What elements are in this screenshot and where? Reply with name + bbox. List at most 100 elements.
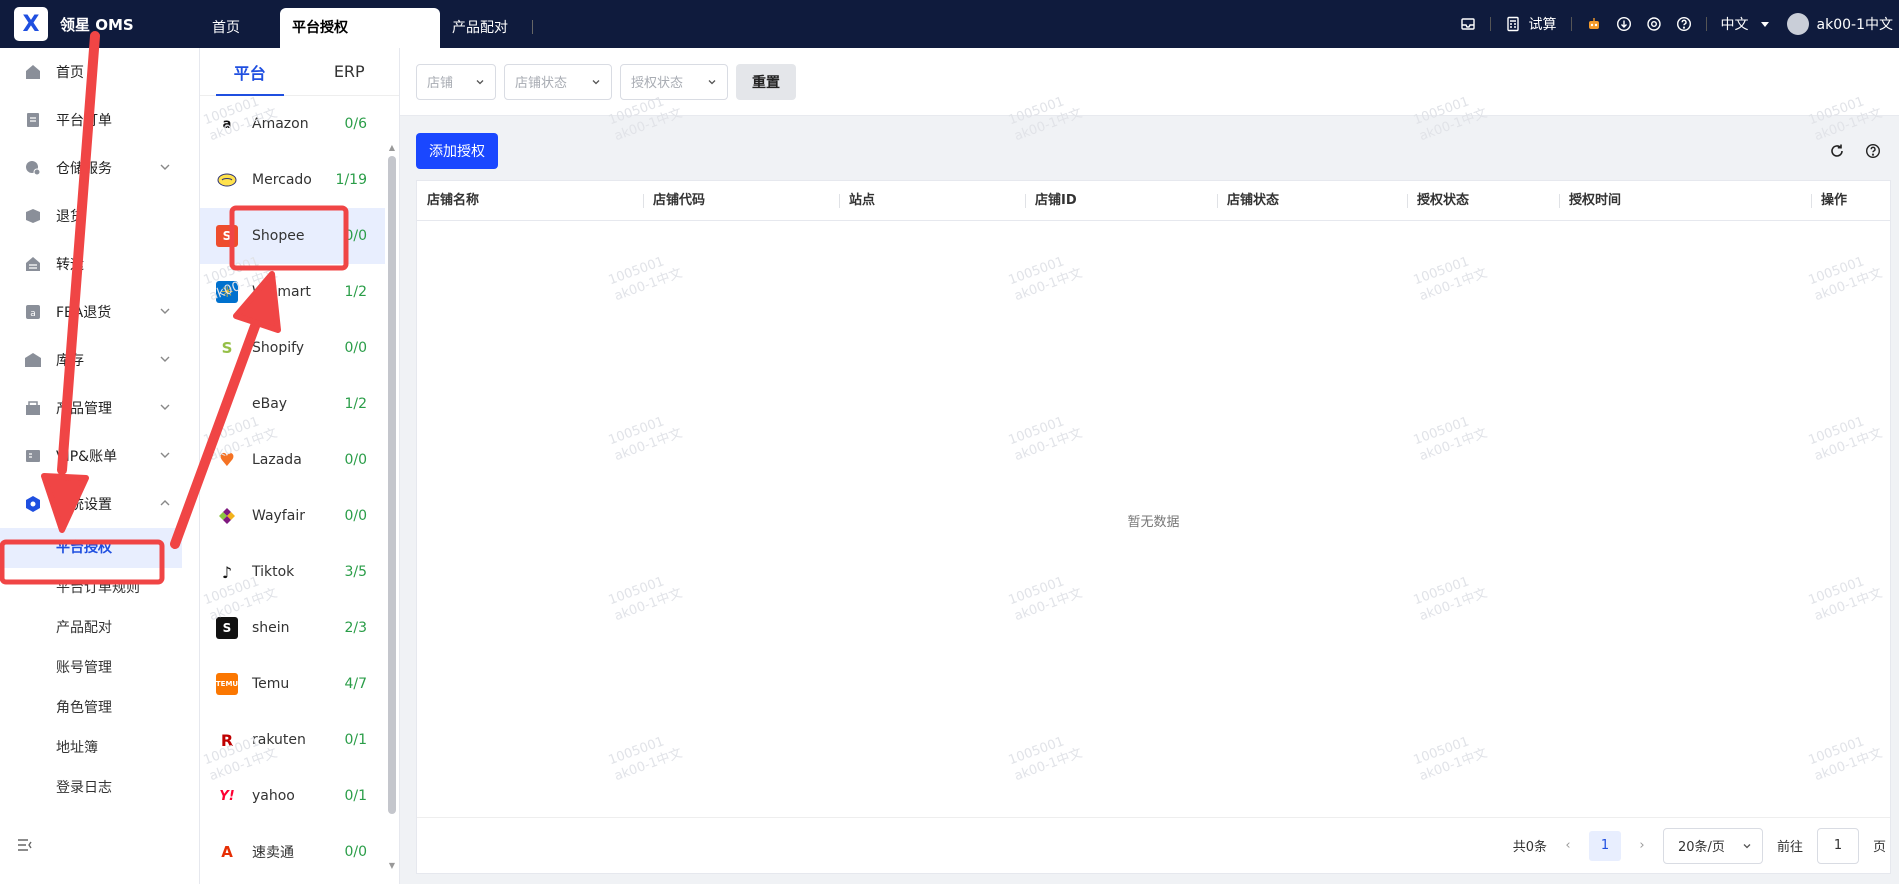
refresh-icon[interactable] (1829, 143, 1845, 159)
help-icon[interactable] (1676, 16, 1692, 32)
divider (1489, 17, 1491, 31)
tab-erp[interactable]: ERP (300, 48, 400, 95)
goto-page-input[interactable]: 1 (1816, 827, 1859, 864)
chevron-down-icon (160, 404, 170, 410)
store-status-placeholder: 店铺状态 (515, 76, 568, 91)
platform-list-scrollbar[interactable]: ▲ ▼ (387, 110, 397, 870)
sidebar-item-inventory[interactable]: 库存 (0, 336, 199, 384)
page-number[interactable]: 1 (1588, 830, 1621, 861)
tab-product-pairing[interactable]: 产品配对 (440, 8, 520, 48)
home-icon (26, 65, 40, 79)
platform-item-walmart[interactable]: ✳ Walmart 1/2 (200, 264, 385, 320)
platform-item-yahoo[interactable]: Y! yahoo 0/1 (200, 768, 385, 824)
scroll-down-icon[interactable]: ▼ (388, 862, 396, 870)
fba-icon: a (26, 305, 40, 319)
platform-item-aliexpress[interactable]: A 速卖通 0/0 (200, 824, 385, 876)
next-page-icon[interactable]: › (1635, 838, 1649, 853)
platform-item-tiktok[interactable]: ♪ Tiktok 3/5 (200, 544, 385, 600)
sidebar-subitem-accounts[interactable]: 账号管理 (0, 648, 199, 688)
lazada-icon: ♥ (218, 449, 236, 471)
sidebar-subitem-login-log[interactable]: 登录日志 (0, 768, 199, 808)
store-status-select[interactable]: 店铺状态 (504, 63, 612, 100)
tab-platform[interactable]: 平台 (200, 48, 300, 96)
sidebar-subitem-order-rules[interactable]: 平台订单规则 (0, 568, 199, 608)
user-menu[interactable]: ak00-1中文 (1786, 13, 1893, 35)
sidebar-item-system-settings[interactable]: 系统设置 (0, 480, 199, 528)
sidebar-item-warehouse[interactable]: 仓储服务 (0, 144, 199, 192)
pagination: 共0条 ‹ 1 › 20条/页 前往 1 页 (417, 817, 1890, 873)
column-header-store-name: 店铺名称 (427, 193, 480, 208)
column-header-store-id: 店铺ID (1025, 181, 1077, 221)
sidebar-subitem-address-book[interactable]: 地址簿 (0, 728, 199, 768)
reset-button[interactable]: 重置 (736, 63, 796, 100)
column-header-auth-time: 授权时间 (1559, 181, 1621, 221)
platform-item-mercado[interactable]: Mercado 1/19 (200, 152, 385, 208)
robot-icon[interactable] (1586, 16, 1602, 32)
language-select[interactable]: 中文 (1721, 14, 1773, 34)
divider (1570, 17, 1572, 31)
sidebar-item-transfer[interactable]: 转运 (0, 240, 199, 288)
auth-status-select[interactable]: 授权状态 (620, 63, 728, 100)
page-size-select[interactable]: 20条/页 (1662, 827, 1763, 864)
platform-item-shopify[interactable]: S Shopify 0/0 (200, 320, 385, 376)
platform-item-wayfair[interactable]: Wayfair 0/0 (200, 488, 385, 544)
shopify-icon: S (221, 339, 233, 357)
store-select[interactable]: 店铺 (416, 63, 496, 100)
tab-home[interactable]: 首页 (200, 8, 280, 48)
help-icon[interactable] (1865, 143, 1881, 159)
platform-item-temu[interactable]: TEMU Temu 4/7 (200, 656, 385, 712)
column-header-auth-status: 授权状态 (1407, 181, 1469, 221)
app-logo[interactable]: X 领星 OMS (0, 0, 200, 48)
platform-name: Walmart (252, 284, 311, 300)
platform-name: eBay (252, 396, 288, 412)
platform-item-ebay[interactable]: eBay 1/2 (200, 376, 385, 432)
scrollbar-thumb[interactable] (388, 156, 396, 814)
empty-state: 暂无数据 (1127, 515, 1180, 530)
inventory-icon (25, 353, 41, 367)
sidebar-item-label: 库存 (56, 353, 84, 369)
platform-item-rakuten[interactable]: R rakuten 0/1 (200, 712, 385, 768)
platform-name: yahoo (252, 788, 295, 804)
rakuten-icon: R (220, 730, 234, 750)
platform-count: 0/0 (344, 452, 367, 468)
platform-name: Shopify (252, 340, 305, 356)
tab-platform-auth[interactable]: 平台授权 (280, 8, 440, 48)
scroll-up-icon[interactable]: ▲ (388, 144, 396, 152)
settings-icon[interactable] (1646, 16, 1662, 32)
sidebar-item-label: 退货 (56, 209, 84, 225)
add-authorization-button[interactable]: 添加授权 (416, 133, 498, 169)
calc-button[interactable]: 试算 (1505, 14, 1557, 34)
page-size-value: 20条/页 (1677, 840, 1725, 855)
sidebar-subitem-platform-auth[interactable]: 平台授权 (0, 528, 182, 568)
sidebar-item-home[interactable]: 首页 (0, 48, 199, 96)
svg-text:a: a (30, 309, 36, 319)
hexagon-settings-icon (26, 496, 40, 512)
store-select-placeholder: 店铺 (427, 76, 454, 91)
amazon-icon: a (222, 116, 232, 132)
platform-item-amazon[interactable]: a Amazon 0/6 (200, 96, 385, 152)
platform-count: 0/0 (344, 228, 367, 244)
sidebar-subitem-roles[interactable]: 角色管理 (0, 688, 199, 728)
prev-page-icon[interactable]: ‹ (1561, 838, 1575, 853)
sidebar-item-products[interactable]: 产品管理 (0, 384, 199, 432)
sidebar-item-platform-orders[interactable]: 平台订单 (0, 96, 199, 144)
sidebar-item-fba-returns[interactable]: a FBA退货 (0, 288, 199, 336)
inbox-icon[interactable] (1460, 16, 1476, 32)
sidebar-item-returns[interactable]: 退货 (0, 192, 199, 240)
sidebar-subitem-product-pairing[interactable]: 产品配对 (0, 608, 199, 648)
platform-name: rakuten (252, 732, 306, 748)
platform-count: 1/19 (335, 172, 367, 188)
platform-item-shopee[interactable]: S Shopee 0/0 (200, 208, 385, 264)
column-header-site: 站点 (839, 181, 875, 221)
sidebar-item-vip-billing[interactable]: VIP&账单 (0, 432, 199, 480)
platform-count: 2/3 (344, 620, 367, 636)
platform-item-shein[interactable]: S shein 2/3 (200, 600, 385, 656)
download-icon[interactable] (1616, 16, 1632, 32)
platform-name: Wayfair (252, 508, 305, 524)
sidebar-item-label: 产品管理 (56, 401, 112, 417)
platform-count: 3/5 (344, 564, 367, 580)
platform-item-lazada[interactable]: ♥ Lazada 0/0 (200, 432, 385, 488)
total-count: 共0条 (1512, 840, 1547, 855)
sidebar-item-label: 平台订单 (56, 113, 112, 129)
collapse-menu-icon[interactable] (16, 836, 34, 854)
